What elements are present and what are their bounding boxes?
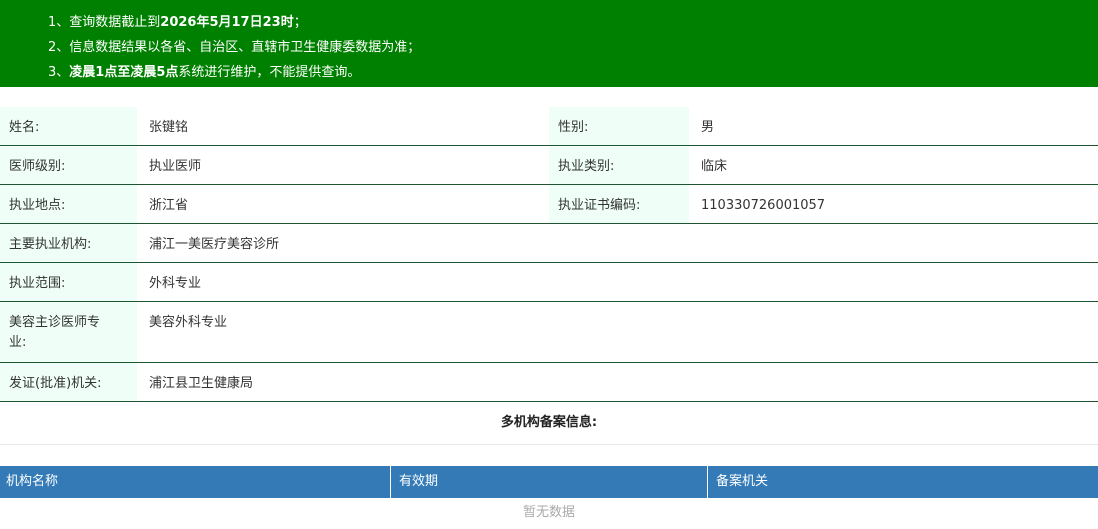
notice-line-3: 3、凌晨1点至凌晨5点系统进行维护，不能提供查询。 [48, 60, 1098, 85]
cert-label: 执业证书编码: [549, 185, 689, 223]
cert-value: 110330726001057 [701, 198, 826, 213]
location-label: 执业地点: [0, 185, 137, 223]
category-value: 临床 [701, 159, 728, 174]
notice-deadline: 2026年5月17日23时 [160, 15, 294, 30]
column-header-org-name: 机构名称 [0, 466, 391, 498]
column-header-validity: 有效期 [391, 466, 708, 498]
info-row-cosmetic: 美容主诊医师专业: 美容外科专业 [0, 302, 1098, 363]
notice-text: 系统进行维护，不能提供查询。 [178, 65, 361, 80]
info-row-org: 主要执业机构: 浦江一美医疗美容诊所 [0, 224, 1098, 263]
multi-org-table-header: 机构名称 有效期 备案机关 [0, 466, 1098, 498]
gender-value: 男 [701, 120, 715, 135]
issuer-label: 发证(批准)机关: [0, 363, 137, 401]
level-value: 执业医师 [149, 159, 202, 174]
name-label: 姓名: [0, 107, 137, 145]
issuer-value: 浦江县卫生健康局 [149, 376, 254, 391]
cosmetic-value: 美容外科专业 [149, 315, 228, 330]
info-row-location: 执业地点: 浙江省 执业证书编码: 110330726001057 [0, 185, 1098, 224]
column-header-filing-authority: 备案机关 [716, 474, 769, 489]
notice-maintenance-time: 凌晨1点至凌晨5点 [69, 65, 179, 80]
location-value: 浙江省 [149, 198, 189, 213]
notice-text: ； [293, 15, 307, 30]
multi-org-title: 多机构备案信息: [0, 402, 1098, 445]
notice-line-1: 1、查询数据截止到2026年5月17日23时； [48, 10, 1098, 35]
info-row-level: 医师级别: 执业医师 执业类别: 临床 [0, 146, 1098, 185]
notice-text: 2、信息数据结果以各省、自治区、直辖市卫生健康委数据为准； [48, 40, 421, 55]
name-value: 张键铭 [149, 120, 189, 135]
gender-label: 性别: [549, 107, 689, 145]
category-label: 执业类别: [549, 146, 689, 184]
level-label: 医师级别: [0, 146, 137, 184]
info-row-issuer: 发证(批准)机关: 浦江县卫生健康局 [0, 363, 1098, 402]
notice-line-2: 2、信息数据结果以各省、自治区、直辖市卫生健康委数据为准； [48, 35, 1098, 60]
info-row-scope: 执业范围: 外科专业 [0, 263, 1098, 302]
org-value: 浦江一美医疗美容诊所 [149, 237, 280, 252]
info-row-name: 姓名: 张键铭 性别: 男 [0, 107, 1098, 146]
notice-text: 1、查询数据截止到 [48, 15, 161, 30]
notice-text: 3、 [48, 65, 70, 80]
cosmetic-label: 美容主诊医师专业: [0, 302, 137, 362]
scope-value: 外科专业 [149, 276, 202, 291]
empty-state-text: 暂无数据 [522, 505, 575, 520]
doctor-info-table: 姓名: 张键铭 性别: 男 医师级别: 执业医师 执业类别: 临床 执业地点: … [0, 107, 1098, 402]
org-label: 主要执业机构: [0, 224, 137, 262]
notice-banner: 1、查询数据截止到2026年5月17日23时； 2、信息数据结果以各省、自治区、… [0, 0, 1098, 87]
scope-label: 执业范围: [0, 263, 137, 301]
